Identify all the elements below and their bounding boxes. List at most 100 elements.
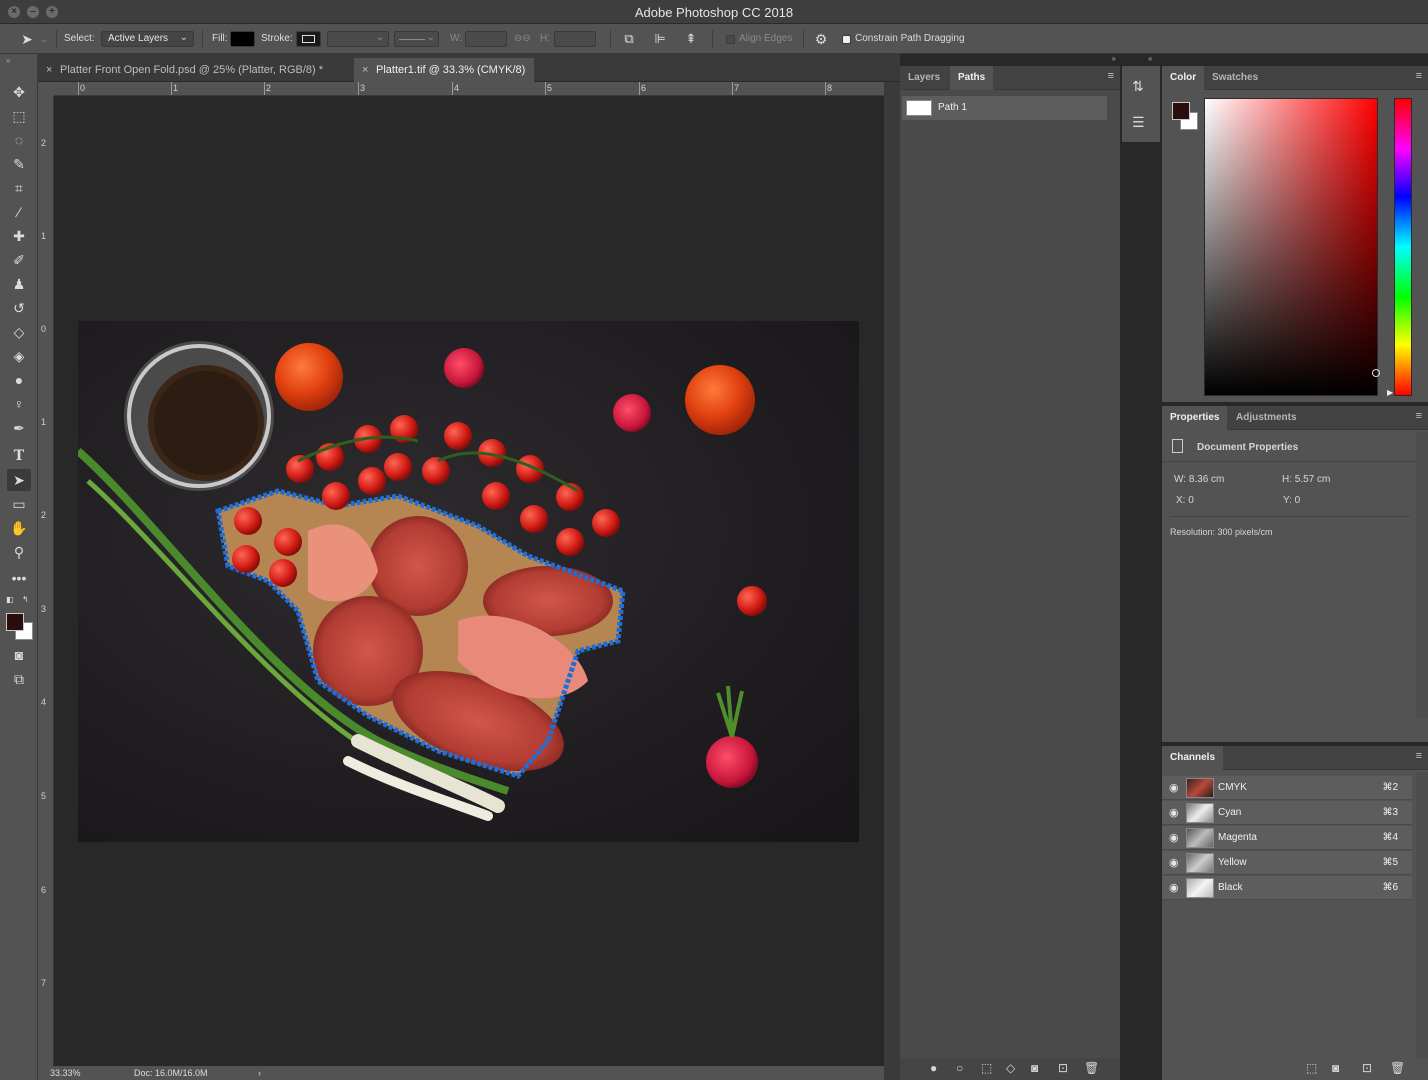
type-tool-icon[interactable]: T: [7, 445, 31, 467]
collapse-toolbar-icon[interactable]: »: [6, 56, 10, 65]
channel-row-yellow[interactable]: ◉ Yellow ⌘5: [1162, 851, 1412, 875]
width-input[interactable]: [465, 31, 507, 47]
document-image[interactable]: [78, 321, 859, 842]
crop-tool-icon[interactable]: ⌗: [7, 177, 31, 199]
channel-row-cmyk[interactable]: ◉ CMYK ⌘2: [1162, 776, 1412, 800]
foreground-color-swatch[interactable]: [1172, 102, 1190, 120]
status-menu-arrow-icon[interactable]: ›: [258, 1068, 261, 1078]
stroke-width-input[interactable]: ⌄: [327, 31, 389, 47]
zoom-level[interactable]: 33.33%: [50, 1068, 81, 1078]
move-tool-icon[interactable]: ✥: [7, 81, 31, 103]
path-alignment-icon[interactable]: ⊫: [651, 31, 669, 47]
height-input[interactable]: [554, 31, 596, 47]
panel-menu-icon[interactable]: ≡: [1416, 750, 1422, 762]
tab-color[interactable]: Color: [1162, 66, 1205, 90]
foreground-color-swatch[interactable]: [6, 613, 24, 631]
marquee-tool-icon[interactable]: ⬚: [7, 105, 31, 127]
channel-name: Cyan: [1218, 807, 1242, 818]
screen-mode-icon[interactable]: ⧉: [7, 668, 31, 690]
visibility-eye-icon[interactable]: ◉: [1169, 856, 1179, 869]
stroke-swatch[interactable]: [296, 31, 321, 47]
tab-adjustments[interactable]: Adjustments: [1228, 406, 1305, 430]
eyedropper-tool-icon[interactable]: ⁄: [7, 201, 31, 223]
new-channel-icon[interactable]: ⊡: [1362, 1061, 1372, 1075]
stroke-path-icon[interactable]: ○: [956, 1061, 963, 1075]
load-channel-selection-icon[interactable]: ⬚: [1306, 1061, 1317, 1075]
fill-swatch[interactable]: [230, 31, 255, 47]
add-mask-icon[interactable]: ◙: [1031, 1061, 1038, 1075]
quick-selection-tool-icon[interactable]: ✎: [7, 153, 31, 175]
hue-slider-handle-icon[interactable]: ▶: [1387, 388, 1393, 397]
rectangle-tool-icon[interactable]: ▭: [7, 493, 31, 515]
canvas-area[interactable]: [54, 96, 884, 1066]
collapse-panel-icon[interactable]: »: [1112, 54, 1116, 63]
link-icon[interactable]: ⊖⊖: [514, 24, 531, 54]
channel-row-magenta[interactable]: ◉ Magenta ⌘4: [1162, 826, 1412, 850]
hue-slider[interactable]: ▶: [1387, 98, 1412, 397]
more-tools-icon[interactable]: •••: [7, 567, 31, 589]
color-picker-cursor[interactable]: [1372, 369, 1380, 377]
select-dropdown[interactable]: Active Layers ⌄: [101, 31, 194, 47]
clone-stamp-tool-icon[interactable]: ♟: [7, 273, 31, 295]
channels-scrollbar[interactable]: [1416, 772, 1428, 1080]
constrain-path-checkbox[interactable]: [842, 35, 851, 44]
panel-menu-icon[interactable]: ≡: [1108, 70, 1114, 82]
save-selection-icon[interactable]: ◙: [1332, 1061, 1339, 1075]
visibility-eye-icon[interactable]: ◉: [1169, 781, 1179, 794]
brush-tool-icon[interactable]: ✐: [7, 249, 31, 271]
hand-tool-icon[interactable]: ✋: [7, 517, 31, 539]
align-edges-checkbox[interactable]: [726, 35, 735, 44]
pen-tool-icon[interactable]: ✒: [7, 417, 31, 439]
tab-platter1[interactable]: × Platter1.tif @ 33.3% (CMYK/8): [354, 58, 534, 82]
color-field[interactable]: [1204, 98, 1380, 396]
healing-brush-tool-icon[interactable]: ✚: [7, 225, 31, 247]
make-work-path-icon[interactable]: ◇: [1006, 1061, 1015, 1075]
dodge-tool-icon[interactable]: ♀: [7, 393, 31, 415]
properties-panel-icon[interactable]: ☰: [1132, 114, 1145, 131]
tab-paths[interactable]: Paths: [950, 66, 994, 90]
fill-path-icon[interactable]: ●: [930, 1061, 937, 1075]
tab-platter-front[interactable]: × Platter Front Open Fold.psd @ 25% (Pla…: [38, 58, 354, 82]
path-arrangement-icon[interactable]: ⇞: [682, 31, 700, 47]
zoom-tool-icon[interactable]: ⚲: [7, 541, 31, 563]
eraser-tool-icon[interactable]: ◇: [7, 321, 31, 343]
panel-menu-icon[interactable]: ≡: [1416, 70, 1422, 82]
channel-row-cyan[interactable]: ◉ Cyan ⌘3: [1162, 801, 1412, 825]
tool-preset-chevron-icon[interactable]: ⌄: [40, 24, 48, 54]
horizontal-ruler[interactable]: 0 1 2 3 4 5 6 7 8: [54, 82, 884, 96]
history-brush-tool-icon[interactable]: ↺: [7, 297, 31, 319]
new-path-icon[interactable]: ⊡: [1058, 1061, 1068, 1075]
tab-layers[interactable]: Layers: [900, 66, 948, 90]
tab-swatches[interactable]: Swatches: [1204, 66, 1266, 90]
canvas-vertical-scrollbar[interactable]: [884, 82, 900, 1080]
blur-tool-icon[interactable]: ●: [7, 369, 31, 391]
quick-mask-icon[interactable]: ◙: [7, 644, 31, 666]
paint-bucket-tool-icon[interactable]: ◈: [7, 345, 31, 367]
visibility-eye-icon[interactable]: ◉: [1169, 831, 1179, 844]
default-colors-icon[interactable]: ◧: [6, 595, 14, 604]
path-operations-icon[interactable]: ⧉: [620, 31, 638, 47]
path-selection-tool-icon[interactable]: ➤: [18, 31, 36, 47]
close-tab-icon[interactable]: ×: [46, 58, 52, 82]
history-panel-icon[interactable]: ⇅: [1132, 78, 1144, 95]
panel-menu-icon[interactable]: ≡: [1416, 410, 1422, 422]
tab-properties[interactable]: Properties: [1162, 406, 1228, 430]
close-tab-icon[interactable]: ×: [362, 58, 368, 82]
visibility-eye-icon[interactable]: ◉: [1169, 806, 1179, 819]
gear-icon[interactable]: ⚙: [812, 31, 830, 47]
visibility-eye-icon[interactable]: ◉: [1169, 881, 1179, 894]
ruler-origin[interactable]: [38, 82, 54, 96]
properties-scrollbar[interactable]: [1416, 432, 1428, 718]
trash-icon[interactable]: 🗑: [1084, 1061, 1099, 1075]
swap-colors-icon[interactable]: ↰: [22, 595, 29, 604]
expand-panels-icon[interactable]: «: [1148, 54, 1152, 63]
stroke-type-dropdown[interactable]: ⌄: [394, 31, 439, 47]
tab-channels[interactable]: Channels: [1162, 746, 1224, 770]
channel-row-black[interactable]: ◉ Black ⌘6: [1162, 876, 1412, 900]
trash-icon[interactable]: 🗑: [1390, 1061, 1405, 1075]
vertical-ruler[interactable]: 2 1 0 1 2 3 4 5 6 7: [38, 96, 54, 1066]
load-selection-icon[interactable]: ⬚: [981, 1061, 992, 1075]
path-row[interactable]: Path 1: [902, 96, 1107, 120]
lasso-tool-icon[interactable]: ◌: [7, 129, 31, 151]
path-selection-tool-icon[interactable]: ➤: [7, 469, 31, 491]
